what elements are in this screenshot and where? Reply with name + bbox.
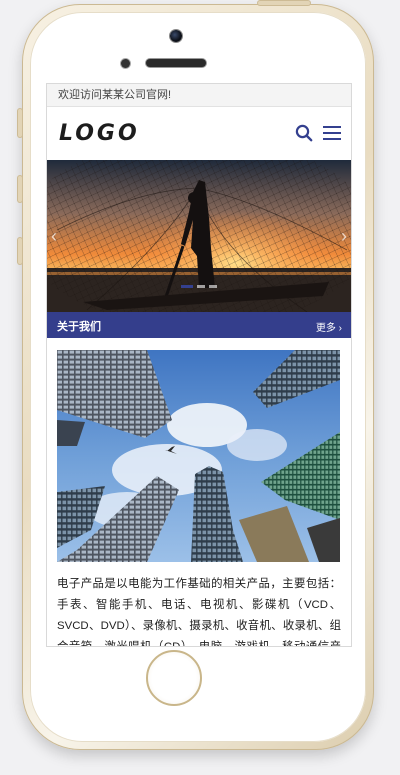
site-header: LOGO <box>47 107 351 160</box>
home-button[interactable] <box>146 650 202 706</box>
search-icon[interactable] <box>295 124 313 142</box>
about-image <box>57 350 340 562</box>
slider-dot[interactable] <box>209 285 217 288</box>
proximity-sensor <box>121 59 130 68</box>
banner-slider[interactable]: ‹ › <box>47 160 351 312</box>
mute-switch <box>18 109 22 137</box>
welcome-bar: 欢迎访问某某公司官网! <box>47 84 351 107</box>
slider-dots <box>47 285 351 288</box>
welcome-text: 欢迎访问某某公司官网! <box>58 89 172 101</box>
slider-dot[interactable] <box>181 285 193 288</box>
about-content: 电子产品是以电能为工作基础的相关产品，主要包括：手表、智能手机、电话、电视机、影… <box>47 338 351 646</box>
screen: 欢迎访问某某公司官网! LOGO ‹ › 关于我们 更多 › 电子产品是以电能为… <box>47 84 351 646</box>
banner-image <box>47 160 351 312</box>
power-button <box>258 1 310 5</box>
more-link[interactable]: 更多 › <box>316 319 342 334</box>
site-logo[interactable]: LOGO <box>59 121 140 146</box>
volume-up-button <box>18 176 22 202</box>
chevron-right-icon[interactable]: › <box>341 226 347 247</box>
chevron-left-icon[interactable]: ‹ <box>51 226 57 247</box>
earpiece-speaker <box>146 59 206 67</box>
menu-icon[interactable] <box>322 124 342 142</box>
volume-down-button <box>18 238 22 264</box>
section-title: 关于我们 <box>57 321 101 333</box>
about-section-bar: 关于我们 更多 › <box>47 312 351 338</box>
front-camera <box>170 30 182 42</box>
slider-dot[interactable] <box>197 285 205 288</box>
about-description: 电子产品是以电能为工作基础的相关产品，主要包括：手表、智能手机、电话、电视机、影… <box>57 578 341 646</box>
